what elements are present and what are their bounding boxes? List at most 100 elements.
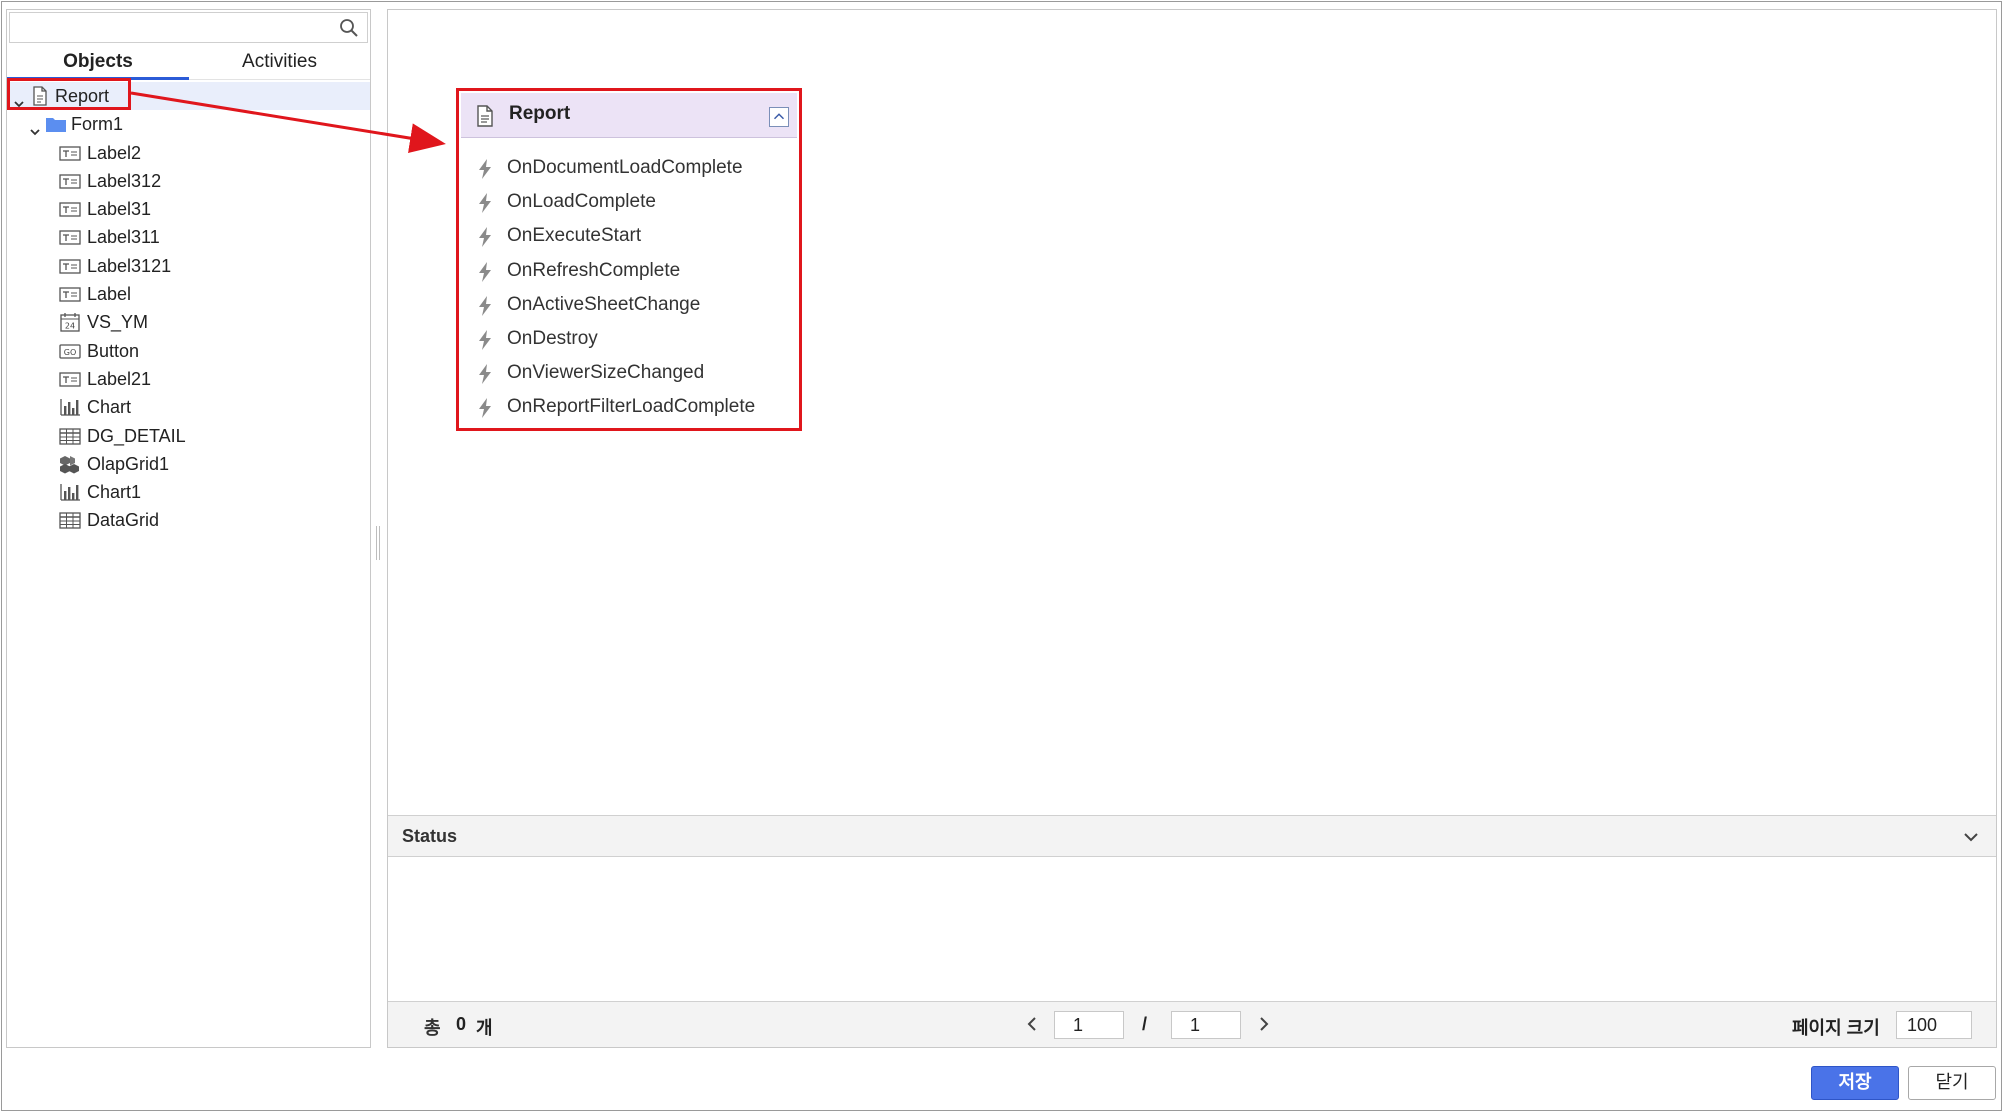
svg-text:24: 24 — [65, 322, 75, 331]
panel-splitter[interactable] — [376, 526, 380, 560]
bar-chart-icon — [59, 482, 81, 502]
tree-item-vs-ym[interactable]: 24 VS_YM — [7, 308, 370, 336]
lightning-bolt-icon — [479, 364, 491, 385]
total-label: 총 — [424, 1018, 441, 1038]
lightning-bolt-icon — [479, 227, 491, 248]
tree-item-label: Chart — [87, 397, 132, 418]
chevron-left-icon[interactable] — [1024, 1015, 1040, 1033]
total-unit: 개 — [476, 1018, 493, 1038]
event-item[interactable]: OnDestroy — [459, 322, 799, 356]
object-explorer-panel: Objects Activities Report Form1 Label2 Labe… — [6, 9, 371, 1048]
label-icon — [59, 284, 81, 304]
current-page-input[interactable]: 1 — [1054, 1011, 1124, 1039]
tree-item-label3121[interactable]: Label3121 — [7, 252, 370, 280]
event-item[interactable]: OnActiveSheetChange — [459, 288, 799, 322]
olap-grid-icon — [59, 454, 81, 474]
event-name: OnDestroy — [507, 327, 598, 349]
tree-item-label2[interactable]: Label2 — [7, 139, 370, 167]
event-name: OnDocumentLoadComplete — [507, 157, 743, 178]
report-node-highlight — [7, 78, 131, 110]
label-icon — [59, 171, 81, 191]
chevron-right-icon[interactable] — [1256, 1015, 1272, 1033]
event-name: OnRefreshComplete — [507, 259, 681, 281]
tree-item-label: Form1 — [71, 114, 124, 135]
lightning-bolt-icon — [479, 295, 491, 316]
tree-item-button[interactable]: GO Button — [7, 337, 370, 365]
label-icon — [59, 369, 81, 389]
tree-item-label: Label312 — [87, 170, 162, 191]
event-card: Report OnDocumentLoadComplete OnLoadCompl… — [456, 88, 802, 431]
tree-item-label: DG_DETAIL — [87, 425, 186, 446]
close-button[interactable]: 닫기 — [1908, 1066, 1996, 1100]
event-name: OnViewerSizeChanged — [507, 362, 705, 384]
tree-item-label31[interactable]: Label31 — [7, 195, 370, 223]
event-name: OnActiveSheetChange — [507, 293, 701, 315]
tree-item-label[interactable]: Label — [7, 280, 370, 308]
event-name: OnExecuteStart — [507, 225, 642, 247]
bar-chart-icon — [59, 397, 81, 417]
tree-item-label: DataGrid — [87, 510, 160, 531]
tab-objects[interactable]: Objects — [7, 48, 189, 80]
tree-item-label: Chart1 — [87, 482, 142, 503]
pagination-bar: 총 0 개 1 / 1 페이지 크기 100 — [388, 1001, 1996, 1047]
label-icon — [59, 143, 81, 163]
document-icon — [477, 105, 493, 127]
event-name: OnReportFilterLoadComplete — [507, 396, 756, 418]
tree-item-label: Label311 — [87, 227, 160, 248]
tree-item-olapgrid1[interactable]: OlapGrid1 — [7, 450, 370, 478]
tree-item-label: Label2 — [87, 142, 142, 163]
tree-item-label: Label3121 — [87, 255, 172, 276]
tree-item-form1[interactable]: Form1 — [7, 110, 370, 138]
folder-icon — [45, 114, 67, 134]
tab-activities[interactable]: Activities — [189, 48, 370, 80]
calendar-icon: 24 — [59, 312, 81, 333]
total-count: 0 — [456, 1014, 467, 1034]
event-item[interactable]: OnRefreshComplete — [459, 254, 799, 288]
grid-icon — [59, 426, 81, 446]
tree-item-label: OlapGrid1 — [87, 453, 170, 474]
event-item[interactable]: OnDocumentLoadComplete — [459, 151, 799, 185]
button-icon: GO — [59, 341, 81, 361]
lightning-bolt-icon — [479, 329, 491, 350]
search-input[interactable] — [14, 15, 334, 40]
grid-icon — [59, 510, 81, 530]
chevron-up-icon[interactable] — [769, 107, 789, 127]
tab-bar: Objects Activities — [7, 48, 370, 80]
lightning-bolt-icon — [479, 398, 491, 419]
event-item[interactable]: OnViewerSizeChanged — [459, 356, 799, 390]
tree-item-datagrid[interactable]: DataGrid — [7, 506, 370, 534]
search-box — [9, 12, 368, 43]
page-separator: / — [1142, 1014, 1148, 1034]
page-size-label: 페이지 크기 — [1792, 1018, 1880, 1038]
event-name: OnLoadComplete — [507, 191, 656, 213]
tree-item-label311[interactable]: Label311 — [7, 223, 370, 251]
event-item[interactable]: OnLoadComplete — [459, 185, 799, 219]
object-tree: Report Form1 Label2 Label312 Label31 Label311… — [7, 82, 370, 535]
save-button[interactable]: 저장 — [1811, 1066, 1899, 1100]
label-icon — [59, 227, 81, 247]
tree-item-chart1[interactable]: Chart1 — [7, 478, 370, 506]
total-pages-field: 1 — [1171, 1011, 1241, 1039]
tree-item-label312[interactable]: Label312 — [7, 167, 370, 195]
event-item[interactable]: OnReportFilterLoadComplete — [459, 390, 799, 424]
chevron-down-icon[interactable] — [29, 118, 41, 136]
tree-item-label21[interactable]: Label21 — [7, 365, 370, 393]
event-list: OnDocumentLoadComplete OnLoadComplete OnEx… — [459, 151, 799, 425]
tree-item-label: Button — [87, 340, 140, 361]
status-bar: Status — [388, 815, 1996, 857]
lightning-bolt-icon — [479, 261, 491, 282]
lightning-bolt-icon — [479, 193, 491, 214]
tree-item-chart[interactable]: Chart — [7, 393, 370, 421]
page-size-input[interactable]: 100 — [1896, 1011, 1972, 1039]
search-icon[interactable] — [339, 18, 359, 38]
event-item[interactable]: OnExecuteStart — [459, 219, 799, 253]
tree-item-label: Label31 — [87, 199, 152, 220]
label-icon — [59, 256, 81, 276]
event-card-header: Report — [461, 93, 797, 138]
tree-item-label: VS_YM — [87, 312, 149, 333]
event-card-title: Report — [509, 103, 571, 124]
status-label: Status — [402, 826, 458, 846]
chevron-down-icon[interactable] — [1962, 828, 1980, 846]
tree-item-label: Label21 — [87, 368, 152, 389]
tree-item-dg-detail[interactable]: DG_DETAIL — [7, 422, 370, 450]
